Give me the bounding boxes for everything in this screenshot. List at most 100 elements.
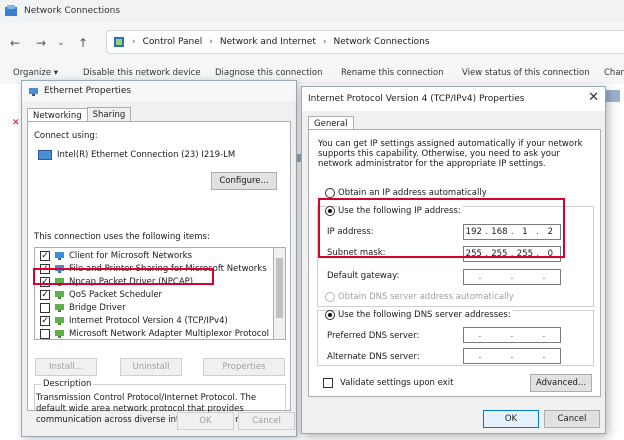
explorer-titlebar: Network Connections	[0, 0, 624, 22]
list-item[interactable]: Bridge Driver	[35, 301, 126, 314]
ethernet-icon	[29, 87, 38, 96]
octet-dot: .	[510, 351, 514, 361]
breadcrumb-separator: ›	[209, 37, 213, 47]
octet-dot: .	[510, 272, 514, 282]
ethernet-ok-button[interactable]: OK	[177, 412, 234, 430]
ipv4-dialog-title: Internet Protocol Version 4 (TCP/IPv4) P…	[308, 94, 525, 104]
diagnose-command[interactable]: Diagnose this connection	[215, 68, 323, 78]
default-gateway-input[interactable]: ...	[463, 269, 561, 285]
scrollbar-thumb[interactable]	[276, 258, 283, 318]
default-gateway-label: Default gateway:	[327, 271, 400, 281]
explorer-nav-bar: ← → ⌄ ↑ › Control Panel › Network and In…	[0, 28, 624, 58]
breadcrumb-control-panel[interactable]: Control Panel	[143, 37, 203, 47]
ipv4-cancel-button[interactable]: Cancel	[544, 410, 600, 428]
preferred-dns-label: Preferred DNS server:	[327, 331, 420, 341]
tab-sharing[interactable]: Sharing	[86, 107, 132, 122]
properties-button[interactable]: Properties	[203, 358, 285, 376]
alternate-dns-label: Alternate DNS server:	[327, 352, 420, 362]
close-icon[interactable]: ✕	[588, 90, 599, 105]
change-settings-command[interactable]: Chan	[604, 68, 624, 78]
preferred-dns-input[interactable]: ...	[463, 327, 561, 343]
octet-dot: .	[542, 351, 546, 361]
octet-dot: .	[542, 330, 546, 340]
view-status-command[interactable]: View status of this connection	[462, 68, 590, 78]
item-checkbox[interactable]: ✓	[40, 315, 50, 326]
obtain-ip-auto-radio[interactable]	[325, 188, 335, 198]
item-checkbox[interactable]: ✓	[40, 289, 50, 300]
client-network-icon	[55, 251, 64, 260]
item-label: QoS Packet Scheduler	[69, 289, 163, 300]
ipv4-properties-dialog: Internet Protocol Version 4 (TCP/IPv4) P…	[301, 86, 606, 434]
disable-device-command[interactable]: Disable this network device	[83, 68, 201, 78]
general-panel: You can get IP settings assigned automat…	[308, 129, 601, 397]
item-label: Client for Microsoft Networks	[69, 250, 193, 261]
item-checkbox[interactable]: ✓	[40, 250, 50, 261]
obtain-dns-auto-radio[interactable]	[325, 292, 335, 302]
octet-dot: .	[542, 272, 546, 282]
error-x-icon: ✕	[12, 118, 20, 128]
protocol-icon	[55, 290, 64, 299]
forward-arrow-icon[interactable]: →	[32, 36, 50, 50]
item-checkbox[interactable]	[40, 328, 50, 339]
use-following-dns-radio[interactable]	[325, 310, 335, 320]
use-following-dns-label: Use the following DNS server addresses:	[338, 310, 513, 320]
items-scrollbar[interactable]	[274, 247, 286, 340]
list-item[interactable]: ✓ Client for Microsoft Networks	[35, 249, 192, 262]
validate-label: Validate settings upon exit	[340, 378, 454, 388]
ethernet-tabs: Networking Sharing	[27, 107, 132, 123]
item-label: Bridge Driver	[69, 302, 126, 313]
network-adapter-icon	[606, 90, 620, 102]
obtain-ip-auto-label: Obtain an IP address automatically	[338, 188, 487, 198]
window-title: Network Connections	[24, 6, 121, 16]
address-bar[interactable]: › Control Panel › Network and Internet ›…	[106, 30, 624, 54]
ipv4-tabs: General	[308, 115, 354, 131]
list-item[interactable]: Microsoft Network Adapter Multiplexor Pr…	[35, 327, 269, 339]
ipv4-highlight-box	[33, 268, 214, 285]
breadcrumb-separator: ›	[322, 37, 327, 47]
alternate-dns-input[interactable]: ...	[463, 348, 561, 364]
octet-dot: .	[510, 330, 514, 340]
item-label: Internet Protocol Version 4 (TCP/IPv4)	[69, 315, 228, 326]
obtain-dns-auto-label: Obtain DNS server address automatically	[338, 292, 514, 302]
validate-checkbox[interactable]	[323, 378, 333, 388]
list-item[interactable]: ✓ QoS Packet Scheduler	[35, 288, 162, 301]
configure-button[interactable]: Configure...	[211, 172, 277, 190]
uninstall-button[interactable]: Uninstall	[120, 358, 182, 376]
up-arrow-icon[interactable]: ↑	[74, 36, 92, 50]
adapter-name-box: Intel(R) Ethernet Connection (23) I219-L…	[34, 145, 286, 165]
install-button[interactable]: Install...	[35, 358, 97, 376]
back-arrow-icon[interactable]: ←	[6, 36, 24, 50]
item-checkbox[interactable]	[40, 302, 50, 313]
octet-dot: .	[478, 351, 482, 361]
octet-dot: .	[478, 272, 482, 282]
adapter-name: Intel(R) Ethernet Connection (23) I219-L…	[57, 150, 236, 160]
breadcrumb-network-and-internet[interactable]: Network and Internet	[220, 37, 316, 47]
ipv4-dialog-titlebar: Internet Protocol Version 4 (TCP/IPv4) P…	[302, 87, 605, 111]
recent-locations-chevron-icon[interactable]: ⌄	[52, 38, 70, 48]
ethernet-dialog-titlebar: Ethernet Properties	[22, 81, 296, 101]
breadcrumb-separator: ›	[132, 37, 136, 47]
network-adapter-icon	[38, 150, 52, 160]
breadcrumb-network-connections[interactable]: Network Connections	[333, 37, 429, 47]
ipv4-intro-text: You can get IP settings assigned automat…	[318, 139, 583, 169]
advanced-button[interactable]: Advanced...	[530, 374, 592, 392]
connect-using-label: Connect using:	[34, 131, 98, 141]
protocol-icon	[55, 329, 64, 338]
list-item-ipv4[interactable]: ✓ Internet Protocol Version 4 (TCP/IPv4)	[35, 314, 228, 327]
connection-items-list[interactable]: ✓ Client for Microsoft Networks ✓ File a…	[34, 247, 274, 340]
protocol-icon	[55, 303, 64, 312]
ipv4-ok-button[interactable]: OK	[483, 410, 539, 428]
description-title: Description	[41, 379, 94, 389]
organize-menu[interactable]: Organize ▾	[13, 68, 58, 78]
ethernet-dialog-title: Ethernet Properties	[44, 86, 132, 96]
items-label: This connection uses the following items…	[34, 232, 210, 242]
control-panel-icon	[114, 37, 124, 47]
ethernet-cancel-button[interactable]: Cancel	[238, 412, 295, 430]
rename-command[interactable]: Rename this connection	[341, 68, 444, 78]
ethernet-properties-dialog: Ethernet Properties Networking Sharing C…	[21, 80, 297, 437]
octet-dot: .	[478, 330, 482, 340]
networking-panel: Connect using: Intel(R) Ethernet Connect…	[27, 121, 291, 425]
protocol-icon	[55, 316, 64, 325]
network-folder-icon	[5, 5, 17, 16]
ip-settings-highlight-box	[318, 198, 565, 258]
